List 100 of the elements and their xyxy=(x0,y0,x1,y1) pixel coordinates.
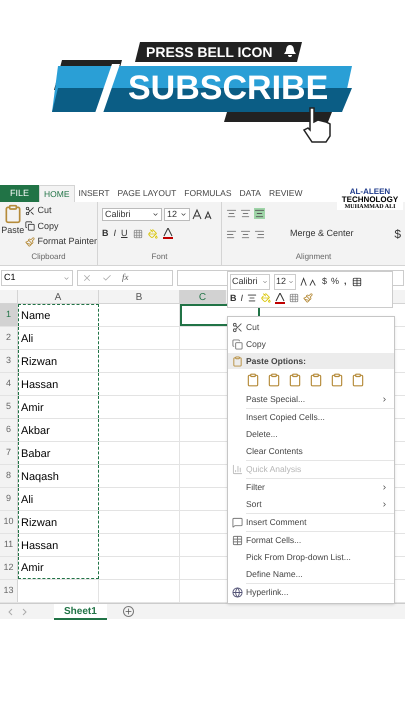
name-box[interactable]: C1 xyxy=(1,270,73,286)
column-header[interactable]: A xyxy=(18,290,99,303)
paintbrush-icon[interactable] xyxy=(303,293,314,304)
row-header[interactable]: 8 xyxy=(0,465,18,487)
copy-icon xyxy=(25,221,36,232)
table-cell-text: Babar xyxy=(21,446,50,462)
row-header[interactable]: 7 xyxy=(0,442,18,464)
caret-icon xyxy=(152,211,159,218)
currency-symbol: $ xyxy=(394,226,401,243)
row-header[interactable]: 3 xyxy=(0,350,18,372)
file-tab[interactable]: FILE xyxy=(0,185,40,202)
bell-icon xyxy=(283,44,297,58)
ribbon-tab[interactable]: PAGE LAYOUT xyxy=(114,185,180,202)
borders-icon[interactable] xyxy=(132,228,143,239)
ribbon-tab[interactable]: DATA xyxy=(236,185,265,202)
borders-icon[interactable] xyxy=(289,293,300,304)
ribbon-tab[interactable]: FORMULAS xyxy=(180,185,236,202)
caret-icon xyxy=(262,278,268,285)
fill-color-icon[interactable] xyxy=(148,228,158,239)
font-color-icon[interactable] xyxy=(162,228,173,240)
insert-function-button[interactable]: fx xyxy=(122,271,128,285)
cancel-icon[interactable] xyxy=(82,273,92,283)
bold-button[interactable]: B xyxy=(230,292,236,305)
menu-item[interactable]: Sort xyxy=(228,496,394,513)
table-cell-text: Hassan xyxy=(21,538,58,554)
row-header[interactable]: 11 xyxy=(0,534,18,556)
menu-item[interactable]: Hyperlink... xyxy=(228,584,394,601)
row-header[interactable]: 9 xyxy=(0,488,18,510)
paste-option-icon[interactable] xyxy=(309,373,323,387)
row-header[interactable]: 12 xyxy=(0,557,18,579)
enter-icon[interactable] xyxy=(102,273,112,283)
paste-option-icon[interactable] xyxy=(330,373,344,387)
row-header[interactable]: 6 xyxy=(0,419,18,441)
font-name-field[interactable]: Calibri xyxy=(230,274,270,290)
merge-center-button[interactable]: Merge & Center xyxy=(290,227,354,241)
font-size-field[interactable]: 12 xyxy=(274,274,296,290)
menu-item[interactable]: Paste Special... xyxy=(228,391,394,408)
caret-icon xyxy=(288,278,294,285)
row-header[interactable]: 10 xyxy=(0,511,18,533)
menu-item[interactable]: Copy xyxy=(228,336,394,353)
menu-item[interactable]: Insert Comment xyxy=(228,514,394,531)
align-middle-icon[interactable] xyxy=(240,208,251,219)
sheet-tab[interactable]: Sheet1 xyxy=(54,604,107,620)
cut-button[interactable]: Cut xyxy=(25,204,97,218)
chart-icon xyxy=(232,464,242,475)
menu-item[interactable]: Define Name... xyxy=(228,566,394,583)
row-header[interactable]: 2 xyxy=(0,327,18,349)
copy-button[interactable]: Copy xyxy=(25,220,97,233)
format-icon[interactable] xyxy=(352,276,362,287)
add-sheet-icon[interactable] xyxy=(122,606,134,617)
italic-button[interactable]: I xyxy=(114,227,116,240)
table-cell-text: Ali xyxy=(21,332,34,346)
align-bottom-icon[interactable] xyxy=(254,208,265,219)
font-name-field[interactable]: Calibri xyxy=(102,208,162,221)
row-header[interactable]: 5 xyxy=(0,396,18,418)
fill-color-icon[interactable] xyxy=(261,293,272,304)
copy-icon xyxy=(232,339,242,350)
table-cell-text: Rizwan xyxy=(21,516,58,530)
sheet-navigation-icon[interactable] xyxy=(8,608,28,616)
font-color-icon[interactable] xyxy=(275,292,286,304)
banner-top-text: PRESS BELL ICON xyxy=(146,43,273,62)
currency-button[interactable]: $ xyxy=(322,277,328,286)
ribbon-tab[interactable]: REVIEW xyxy=(264,185,306,202)
align-center-icon[interactable] xyxy=(247,293,258,304)
menu-item[interactable]: Clear Contents xyxy=(228,443,394,460)
align-top-icon[interactable] xyxy=(226,208,237,219)
menu-item[interactable]: Delete... xyxy=(228,426,394,443)
paste-option-icon[interactable] xyxy=(267,373,281,387)
menu-item[interactable]: Insert Copied Cells... xyxy=(228,409,394,426)
menu-item[interactable]: Filter xyxy=(228,479,394,496)
comma-button[interactable]: , xyxy=(343,277,348,286)
menu-section-header: Paste Options: xyxy=(246,354,306,368)
column-header[interactable]: C xyxy=(180,290,226,303)
paste-button[interactable]: Paste xyxy=(0,202,26,251)
font-size-field[interactable]: 12 xyxy=(164,208,190,221)
paste-option-icon[interactable] xyxy=(351,373,365,387)
italic-button[interactable]: I xyxy=(240,292,244,305)
align-right-icon[interactable] xyxy=(254,228,265,240)
bold-button[interactable]: B xyxy=(102,227,108,240)
paste-option-icon[interactable] xyxy=(288,373,302,387)
clipboard-icon xyxy=(232,356,242,366)
ribbon-tab[interactable]: HOME xyxy=(39,185,75,202)
underline-button[interactable]: U xyxy=(121,227,128,240)
align-left-icon[interactable] xyxy=(226,228,237,240)
logo-line: TECHNOLOGY xyxy=(342,196,398,204)
table-cell-text: Name xyxy=(21,308,50,324)
table-icon xyxy=(232,535,242,546)
logo-line: AL-ALEEN xyxy=(350,188,390,196)
paste-option-icon[interactable] xyxy=(246,373,260,387)
row-header[interactable]: 4 xyxy=(0,373,18,395)
percent-button[interactable]: % xyxy=(331,277,340,286)
ribbon-tab[interactable]: INSERT xyxy=(74,185,114,202)
row-header[interactable]: 13 xyxy=(0,580,18,602)
format-painter-button[interactable]: Format Painter xyxy=(25,235,97,248)
row-header[interactable]: 1 xyxy=(0,304,18,326)
menu-item[interactable]: Pick From Drop-down List... xyxy=(228,549,394,566)
menu-item[interactable]: Format Cells... xyxy=(228,532,394,549)
table-cell-text: Naqash xyxy=(21,470,59,484)
scissors-icon xyxy=(232,322,242,333)
menu-item[interactable]: Cut xyxy=(228,319,394,336)
